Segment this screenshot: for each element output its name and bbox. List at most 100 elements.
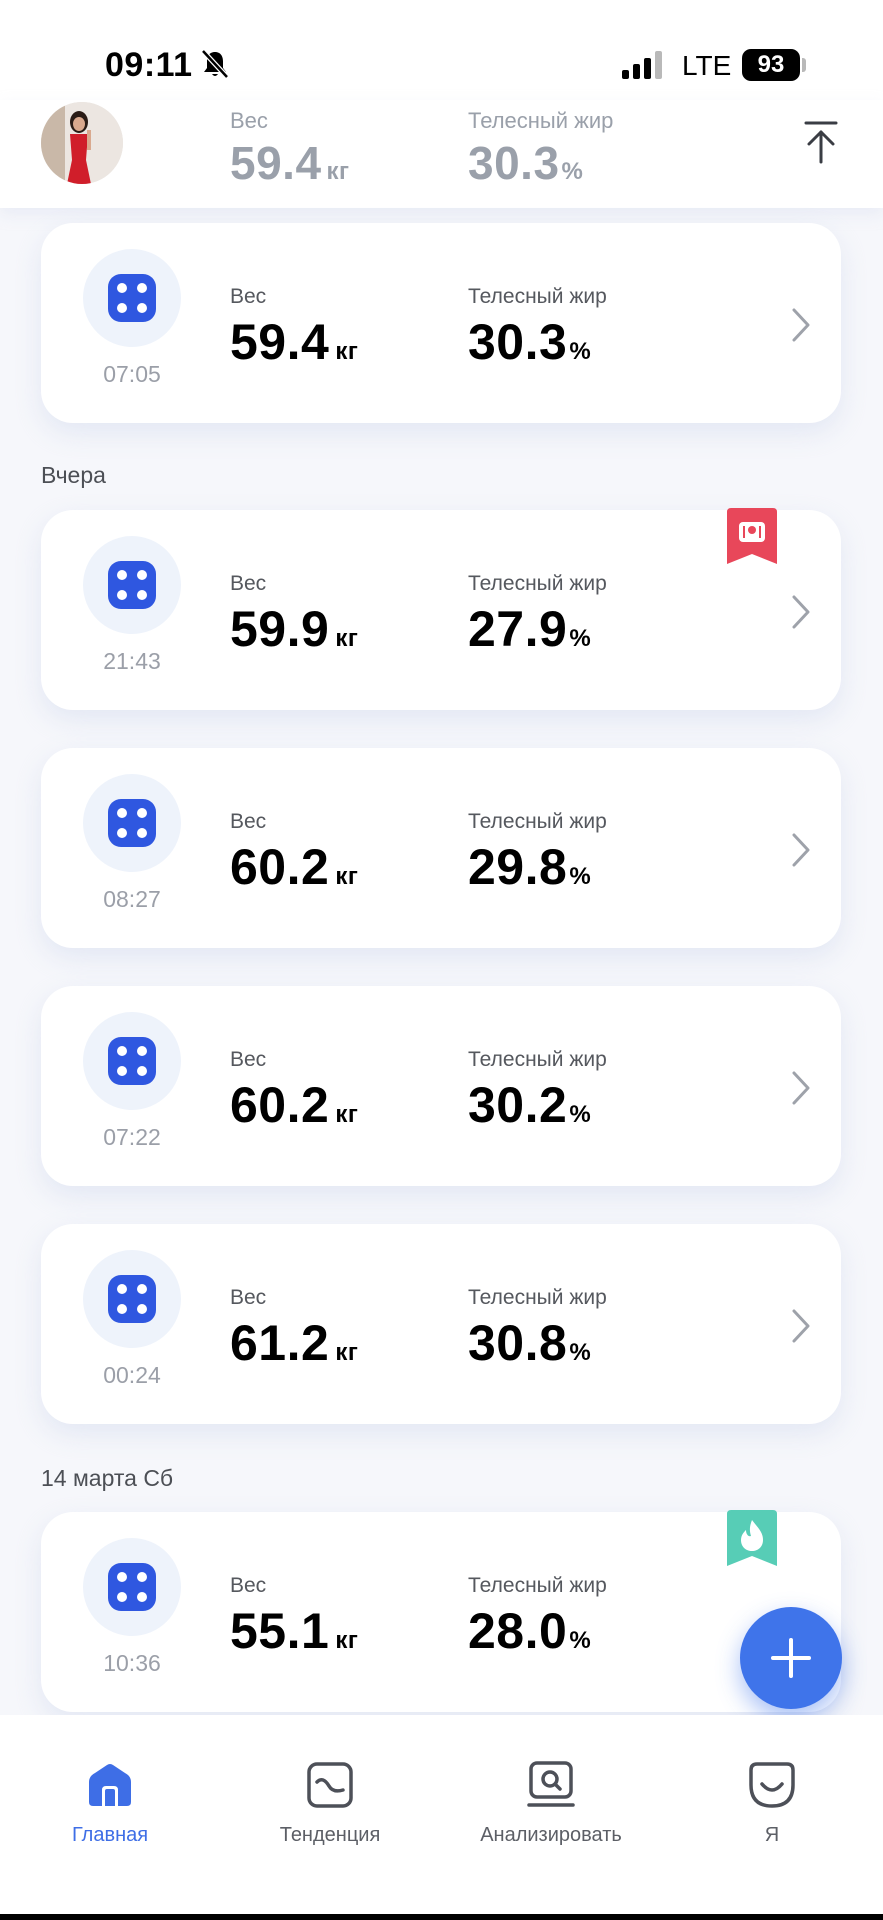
avatar-photo [41,102,123,184]
scale-icon-wrap [83,1012,181,1110]
summary-header: Вес 59.4 кг Телесный жир 30.3% [0,100,883,208]
measurement-card[interactable]: 00:24 Вес 61.2 кг Телесный жир 30.8% [41,1224,841,1424]
weight-unit: кг [335,863,359,890]
weight-number: 55.1 [230,1603,330,1659]
scale-icon-wrap [83,1538,181,1636]
section-title-yesterday: Вчера [41,462,106,488]
nav-profile[interactable]: Я [682,1760,862,1847]
network-label: LTE [682,50,732,81]
fat-label: Телесный жир [468,285,607,308]
fat-number: 30.8 [468,1315,568,1371]
measurement-card[interactable]: 07:05 Вес 59.4 кг Телесный жир 30.3% [41,223,841,423]
signal-icon [622,51,662,79]
scale-icon-wrap [83,1250,181,1348]
fat-value: 27.9% [468,600,591,658]
fat-value: 30.2% [468,1076,591,1134]
nav-home-label: Главная [71,1824,149,1846]
weight-label: Вес [230,1048,267,1071]
plus-icon [771,1638,811,1678]
add-measurement-button[interactable] [740,1607,842,1709]
weight-unit: кг [335,1101,359,1128]
home-indicator-edge [0,1914,883,1920]
measurement-time: 07:22 [103,1124,161,1150]
fat-unit: % [569,1101,592,1128]
header-fat-unit: % [561,158,584,185]
fat-unit: % [569,625,592,652]
nav-trend-label: Тенденция [279,1824,381,1846]
avatar[interactable] [41,102,123,184]
weight-number: 61.2 [230,1315,330,1371]
measurement-time: 21:43 [103,648,161,674]
status-time: 09:11 [105,46,193,84]
fat-number: 29.8 [468,839,568,895]
header-weight-value: 59.4 кг [230,136,350,190]
scale-icon [108,1563,156,1611]
fat-value: 30.3% [468,313,591,371]
header-fat-label: Телесный жир [468,108,614,133]
header-fat-value: 30.3% [468,136,583,190]
measurement-card[interactable]: 21:43 Вес 59.9 кг Телесный жир 27.9% [41,508,841,710]
chevron-right-icon [792,1071,810,1105]
weight-unit: кг [335,1627,359,1654]
section-title-march-14: 14 марта Сб [41,1465,174,1491]
analyze-icon [527,1761,575,1807]
nav-trend[interactable]: Тенденция [240,1760,420,1847]
fat-label: Телесный жир [468,1286,607,1309]
scale-badge-icon [727,508,777,564]
fat-unit: % [569,1339,592,1366]
bottom-nav: Главная Тенденция Анализировать Я [0,1715,883,1920]
chevron-right-icon [792,595,810,629]
weight-number: 60.2 [230,839,330,895]
weight-label: Вес [230,1286,267,1309]
fat-number: 30.2 [468,1077,568,1133]
home-icon [89,1764,131,1806]
measurement-time: 08:27 [103,886,161,912]
weight-value: 59.9 кг [230,600,358,658]
fat-value: 30.8% [468,1314,591,1372]
scale-icon-wrap [83,774,181,872]
chevron-right-icon [792,1309,810,1343]
status-bar: 09:11 LTE 93 [0,0,883,105]
header-weight-label: Вес [230,108,268,133]
nav-home[interactable]: Главная [20,1760,200,1847]
fat-label: Телесный жир [468,1048,607,1071]
fat-value: 29.8% [468,838,591,896]
fat-unit: % [569,1627,592,1654]
fat-label: Телесный жир [468,810,607,833]
fat-unit: % [569,338,592,365]
weight-unit: кг [335,1339,359,1366]
measurement-time: 00:24 [103,1362,161,1388]
header-weight-unit: кг [326,158,350,185]
scale-icon-wrap [83,536,181,634]
weight-label: Вес [230,1574,267,1597]
fat-number: 27.9 [468,601,568,657]
header-weight-number: 59.4 [230,137,322,189]
trend-icon [307,1762,353,1808]
battery-nub [802,58,806,72]
flame-badge-icon [727,1510,777,1566]
weight-value: 60.2 кг [230,1076,358,1134]
weight-number: 60.2 [230,1077,330,1133]
measurement-time: 10:36 [103,1650,161,1676]
fat-label: Телесный жир [468,572,607,595]
weight-value: 60.2 кг [230,838,358,896]
nav-analyze[interactable]: Анализировать [461,1760,641,1847]
scroll-to-top-icon[interactable] [803,120,839,164]
measurement-time: 07:05 [103,361,161,387]
fat-unit: % [569,863,592,890]
bell-muted-icon [201,49,229,79]
weight-label: Вес [230,810,267,833]
measurement-card[interactable]: 10:36 Вес 55.1 кг Телесный жир 28.0% [41,1510,841,1712]
scale-icon [108,274,156,322]
measurement-card[interactable]: 08:27 Вес 60.2 кг Телесный жир 29.8% [41,748,841,948]
measurement-card[interactable]: 07:22 Вес 60.2 кг Телесный жир 30.2% [41,986,841,1186]
header-fat-number: 30.3 [468,137,560,189]
weight-value: 59.4 кг [230,313,358,371]
scale-icon [108,1275,156,1323]
fat-value: 28.0% [468,1602,591,1660]
chevron-right-icon [792,833,810,867]
scale-icon-wrap [83,249,181,347]
weight-value: 55.1 кг [230,1602,358,1660]
battery-indicator: 93 [742,49,800,81]
fat-label: Телесный жир [468,1574,607,1597]
